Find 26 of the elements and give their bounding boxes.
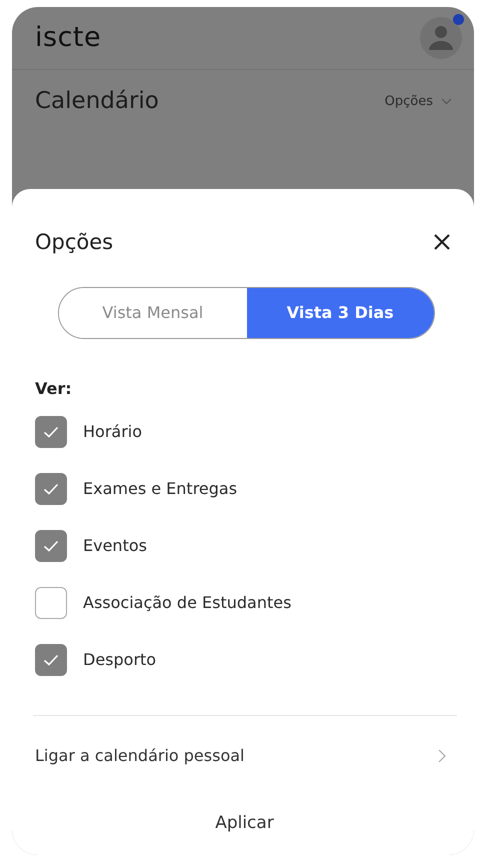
options-dropdown[interactable]: Opções	[384, 92, 452, 111]
filter-label: Horário	[83, 421, 142, 443]
personal-calendar-link[interactable]: Ligar a calendário pessoal	[35, 744, 454, 768]
page-title: Calendário	[35, 87, 159, 116]
check-icon	[43, 540, 59, 552]
check-icon	[43, 426, 59, 438]
filter-label: Associação de Estudantes	[83, 592, 292, 614]
logo: iscte	[35, 20, 102, 55]
check-icon	[43, 483, 59, 495]
section-label: Ver:	[35, 378, 73, 400]
sheet-title: Opções	[35, 228, 114, 256]
filter-label: Desporto	[83, 649, 156, 671]
close-icon[interactable]	[433, 233, 451, 252]
check-icon	[43, 654, 59, 666]
apply-button[interactable]: Aplicar	[209, 810, 280, 838]
chevron-down-icon	[441, 98, 452, 105]
avatar-icon[interactable]	[420, 17, 462, 59]
checkbox[interactable]	[35, 473, 67, 505]
checkbox[interactable]	[35, 416, 67, 448]
filter-label: Eventos	[83, 535, 147, 557]
checkbox[interactable]	[35, 644, 67, 676]
checkbox[interactable]	[35, 530, 67, 562]
filter-label: Exames e Entregas	[83, 478, 238, 500]
view-tab[interactable]: Vista 3 Dias	[246, 288, 434, 338]
checkbox[interactable]	[35, 587, 67, 619]
chevron-right-icon	[438, 749, 446, 763]
